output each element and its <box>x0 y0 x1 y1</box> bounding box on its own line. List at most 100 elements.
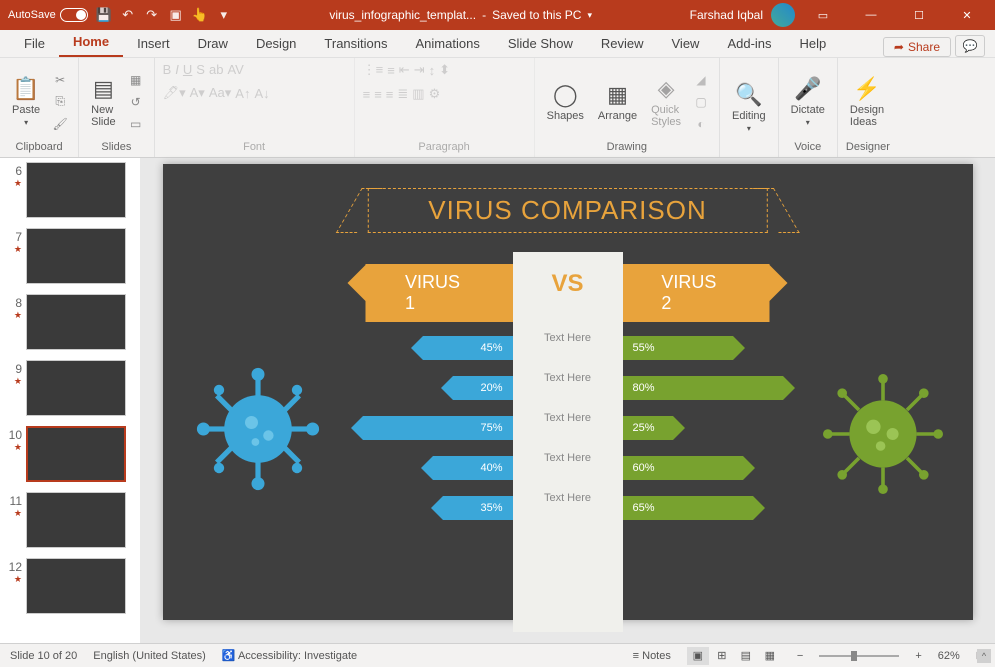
bar-left-1[interactable]: 20% <box>453 376 513 400</box>
thumb-9[interactable]: 9★ <box>4 360 136 416</box>
thumb-6[interactable]: 6★ <box>4 162 136 218</box>
close-icon[interactable]: ✕ <box>947 1 987 29</box>
notes-button[interactable]: ≡ Notes <box>633 650 671 662</box>
reset-icon[interactable]: ↺ <box>126 93 146 111</box>
autosave-label: AutoSave <box>8 9 56 21</box>
cut-icon[interactable]: ✂ <box>50 71 70 89</box>
text-here-4: Text Here <box>544 452 591 464</box>
ribbon-display-icon[interactable]: ▭ <box>803 1 843 29</box>
status-bar: Slide 10 of 20 English (United States) ♿… <box>0 643 995 667</box>
center-column[interactable]: VS Text Here Text Here Text Here Text He… <box>513 252 623 632</box>
group-voice: 🎤Dictate▾ Voice <box>779 58 838 157</box>
tab-file[interactable]: File <box>10 30 59 57</box>
redo-icon[interactable]: ↷ <box>144 7 160 23</box>
slide-title: VIRUS COMPARISON <box>428 195 706 226</box>
document-title: virus_infographic_templat... <box>329 8 476 22</box>
bar-right-3[interactable]: 60% <box>623 456 743 480</box>
bar-left-4[interactable]: 35% <box>443 496 513 520</box>
thumb-8[interactable]: 8★ <box>4 294 136 350</box>
bar-right-0[interactable]: 55% <box>623 336 733 360</box>
tab-review[interactable]: Review <box>587 30 658 57</box>
bar-right-2[interactable]: 25% <box>623 416 673 440</box>
vs-label: VS <box>551 270 583 298</box>
copy-icon[interactable]: ⎘ <box>50 93 70 111</box>
bar-right-4[interactable]: 65% <box>623 496 753 520</box>
thumb-7[interactable]: 7★ <box>4 228 136 284</box>
avatar[interactable] <box>771 3 795 27</box>
slide-canvas-area: VIRUS COMPARISON VIRUS 1 VIRUS 2 VS Text… <box>140 158 995 643</box>
qat-more-icon[interactable]: ▾ <box>216 7 232 23</box>
save-status: Saved to this PC <box>492 8 581 22</box>
main-area: 6★ 7★ 8★ 9★ 10★ 11★ 12★ VIRUS COMPARI <box>0 158 995 643</box>
autosave-toggle[interactable]: AutoSave <box>8 8 88 22</box>
thumb-10[interactable]: 10★ <box>4 426 136 482</box>
username[interactable]: Farshad Iqbal <box>690 8 763 22</box>
tab-home[interactable]: Home <box>59 28 123 57</box>
minimize-icon[interactable]: — <box>851 1 891 29</box>
tab-help[interactable]: Help <box>786 30 841 57</box>
comments-button[interactable]: 💬 <box>955 35 985 57</box>
section-icon[interactable]: ▭ <box>126 115 146 133</box>
bar-left-0[interactable]: 45% <box>423 336 513 360</box>
format-painter-icon[interactable]: 🖌 <box>50 115 70 133</box>
thumb-12[interactable]: 12★ <box>4 558 136 614</box>
editing-button[interactable]: 🔍Editing▾ <box>728 80 770 135</box>
virus-blue-icon[interactable] <box>193 364 323 494</box>
title-bar: AutoSave 💾 ↶ ↷ ▣ 👆 ▾ virus_infographic_t… <box>0 0 995 30</box>
shape-effects-icon[interactable]: ◐ <box>691 115 711 133</box>
accessibility-status[interactable]: ♿ Accessibility: Investigate <box>222 649 357 662</box>
shape-outline-icon[interactable]: ▢ <box>691 93 711 111</box>
new-slide-button[interactable]: ▤New Slide <box>87 74 119 130</box>
bar-left-2[interactable]: 75% <box>363 416 513 440</box>
shape-fill-icon[interactable]: ◢ <box>691 71 711 89</box>
toggle-off-icon[interactable] <box>60 8 88 22</box>
shapes-button[interactable]: ◯Shapes <box>543 80 588 124</box>
reading-view-icon[interactable]: ▤ <box>735 647 757 665</box>
share-button[interactable]: ➦Share <box>883 37 951 57</box>
text-here-2: Text Here <box>544 372 591 384</box>
group-label-voice: Voice <box>787 141 829 155</box>
paste-button[interactable]: 📋Paste▾ <box>8 74 44 129</box>
dictate-button[interactable]: 🎤Dictate▾ <box>787 74 829 129</box>
tab-draw[interactable]: Draw <box>184 30 242 57</box>
design-ideas-button[interactable]: ⚡Design Ideas <box>846 74 888 130</box>
zoom-level[interactable]: 62% <box>938 650 960 662</box>
tab-insert[interactable]: Insert <box>123 30 184 57</box>
layout-icon[interactable]: ▦ <box>126 71 146 89</box>
group-drawing: ◯Shapes ▦Arrange ◈Quick Styles ◢ ▢ ◐ Dra… <box>535 58 720 157</box>
tab-addins[interactable]: Add-ins <box>713 30 785 57</box>
virus2-header[interactable]: VIRUS 2 <box>621 264 770 322</box>
tab-design[interactable]: Design <box>242 30 310 57</box>
thumb-11[interactable]: 11★ <box>4 492 136 548</box>
slide-title-box[interactable]: VIRUS COMPARISON <box>367 188 767 233</box>
slideshow-view-icon[interactable]: ▦ <box>759 647 781 665</box>
tab-slideshow[interactable]: Slide Show <box>494 30 587 57</box>
virus1-header[interactable]: VIRUS 1 <box>365 264 514 322</box>
group-slides: ▤New Slide ▦ ↺ ▭ Slides <box>79 58 154 157</box>
quick-styles-button[interactable]: ◈Quick Styles <box>647 74 685 130</box>
undo-icon[interactable]: ↶ <box>120 7 136 23</box>
tab-view[interactable]: View <box>658 30 714 57</box>
save-icon[interactable]: 💾 <box>96 7 112 23</box>
touch-icon[interactable]: 👆 <box>192 7 208 23</box>
collapse-ribbon-icon[interactable]: ^ <box>977 649 991 663</box>
zoom-slider[interactable] <box>819 655 899 657</box>
slide-counter[interactable]: Slide 10 of 20 <box>10 650 77 662</box>
tab-animations[interactable]: Animations <box>402 30 494 57</box>
group-label-drawing: Drawing <box>543 141 711 155</box>
slide-canvas[interactable]: VIRUS COMPARISON VIRUS 1 VIRUS 2 VS Text… <box>163 164 973 620</box>
group-label-designer: Designer <box>846 141 890 155</box>
present-icon[interactable]: ▣ <box>168 7 184 23</box>
language-status[interactable]: English (United States) <box>93 650 206 662</box>
normal-view-icon[interactable]: ▣ <box>687 647 709 665</box>
virus-green-icon[interactable] <box>823 374 943 494</box>
tab-transitions[interactable]: Transitions <box>310 30 401 57</box>
bar-right-1[interactable]: 80% <box>623 376 783 400</box>
bar-left-3[interactable]: 40% <box>433 456 513 480</box>
arrange-button[interactable]: ▦Arrange <box>594 80 641 124</box>
text-here-5: Text Here <box>544 492 591 504</box>
zoom-out-icon[interactable]: − <box>797 650 803 662</box>
zoom-in-icon[interactable]: + <box>915 650 921 662</box>
maximize-icon[interactable]: ☐ <box>899 1 939 29</box>
sorter-view-icon[interactable]: ⊞ <box>711 647 733 665</box>
